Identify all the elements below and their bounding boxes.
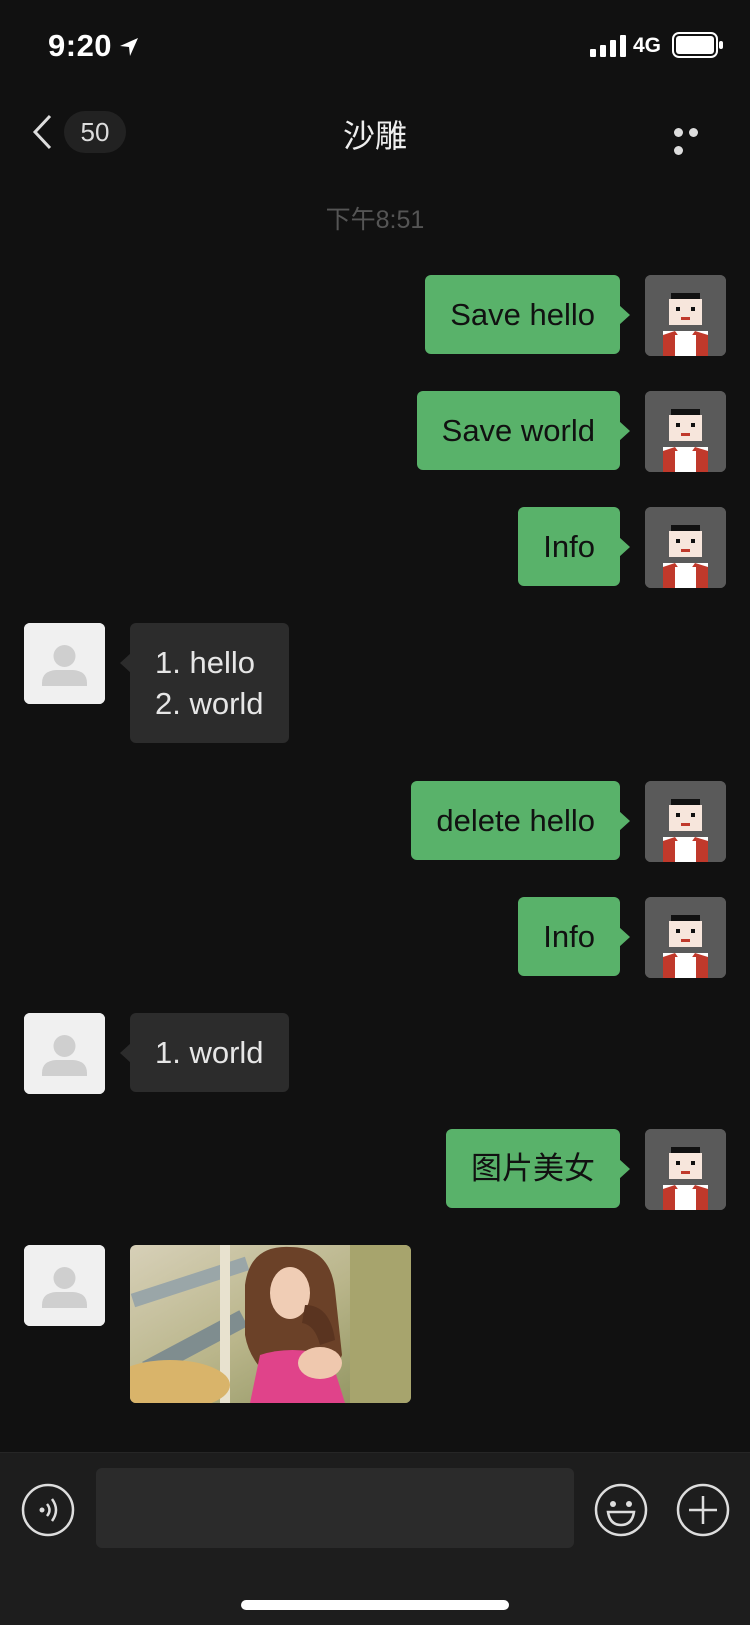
emoji-icon[interactable] — [594, 1483, 648, 1537]
location-arrow-icon — [120, 38, 138, 56]
message-text: Save hello — [450, 297, 595, 332]
message-text: 1. hello — [155, 645, 255, 680]
message-bubble[interactable]: Save world — [416, 391, 631, 470]
chat-title: 沙雕 — [342, 118, 407, 154]
message-text: Info — [543, 529, 595, 564]
plus-icon[interactable] — [676, 1483, 730, 1537]
chat-header: 50 沙雕 — [0, 95, 750, 170]
avatar[interactable] — [645, 897, 726, 978]
cellular-signal-icon — [590, 35, 626, 57]
avatar[interactable] — [24, 1245, 105, 1326]
avatar[interactable] — [24, 623, 105, 704]
message-bubble[interactable]: 图片美女 — [446, 1129, 630, 1208]
status-time: 9:20 — [48, 28, 113, 63]
avatar[interactable] — [645, 391, 726, 472]
photo-message[interactable] — [130, 1245, 411, 1403]
battery-icon — [672, 32, 723, 58]
message-bubble[interactable]: delete hello — [411, 781, 630, 860]
voice-icon[interactable] — [21, 1483, 75, 1537]
message-bubble[interactable]: 1. world — [120, 1013, 289, 1092]
avatar[interactable] — [645, 507, 726, 588]
more-icon[interactable] — [674, 124, 714, 155]
avatar[interactable] — [24, 1013, 105, 1094]
avatar[interactable] — [645, 1129, 726, 1210]
message-bubble[interactable]: Info — [518, 897, 630, 976]
message-bubble[interactable]: 1. hello 2. world — [120, 623, 289, 743]
message-text: delete hello — [436, 803, 595, 838]
message-bubble[interactable]: Info — [518, 507, 630, 586]
message-text: 1. world — [155, 1035, 264, 1070]
message-text: 图片美女 — [471, 1151, 595, 1186]
status-bar: 9:20 4G — [0, 0, 750, 90]
message-bubble[interactable]: Save hello — [425, 275, 630, 354]
message-text: 2. world — [155, 686, 264, 721]
avatar[interactable] — [645, 275, 726, 356]
message-text: Info — [543, 919, 595, 954]
home-indicator[interactable] — [241, 1600, 509, 1610]
message-input[interactable] — [96, 1468, 574, 1548]
network-type: 4G — [633, 34, 662, 57]
message-text: Save world — [441, 413, 595, 448]
message-timestamp: 下午8:51 — [325, 206, 425, 234]
avatar[interactable] — [645, 781, 726, 862]
